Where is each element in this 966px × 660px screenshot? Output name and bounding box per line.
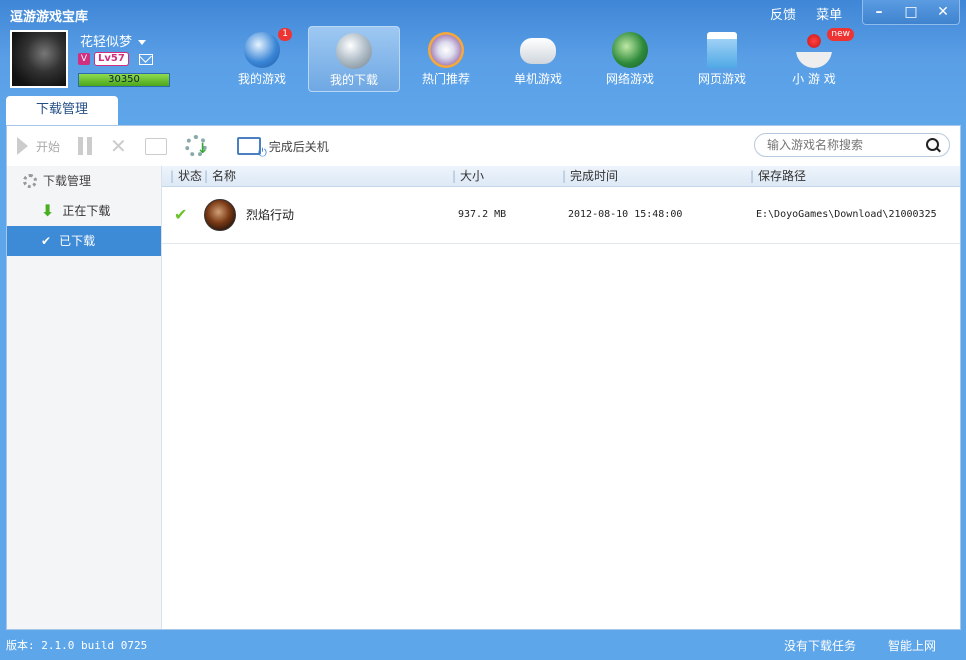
search-icon[interactable] <box>926 138 939 151</box>
col-status[interactable]: 状态 <box>170 166 202 186</box>
sidebar-item-label: 正在下载 <box>62 204 111 218</box>
nav-label: 我的下载 <box>329 73 378 87</box>
level-badge: Lv57 <box>94 52 129 66</box>
nav-label: 网络游戏 <box>605 72 654 86</box>
delete-icon: ✕ <box>110 134 127 158</box>
check-icon: ✔ <box>41 234 52 248</box>
finish-time: 2012-08-10 15:48:00 <box>568 209 683 220</box>
start-label: 开始 <box>36 139 61 154</box>
nav-hot-picks[interactable]: 热门推荐 <box>400 26 492 92</box>
shutdown-after-finish-button[interactable]: 完成后关机 <box>236 137 329 160</box>
task-status: 没有下载任务 <box>784 639 857 653</box>
username-label: 花轻似梦 <box>80 35 133 50</box>
joystick-icon <box>796 32 832 68</box>
caret-down-icon[interactable] <box>138 40 147 45</box>
sidebar-item-downloaded[interactable]: ✔ 已下载 <box>7 226 161 256</box>
sidebar-header-label: 下载管理 <box>43 174 92 188</box>
folder-icon <box>144 137 167 155</box>
people-icon <box>244 32 280 68</box>
search-box <box>754 133 950 157</box>
play-icon <box>17 137 28 155</box>
app-title: 逗游游戏宝库 <box>10 10 89 25</box>
nav-label: 小 游 戏 <box>792 72 836 86</box>
close-button[interactable]: ✕ <box>932 4 954 20</box>
search-input[interactable] <box>765 137 919 153</box>
gamepad-icon <box>520 38 556 64</box>
tab-download-manager[interactable]: 下载管理 <box>6 96 118 126</box>
nav-label: 热门推荐 <box>421 72 470 86</box>
game-icon <box>204 199 236 231</box>
table-header: 状态 名称 大小 完成时间 保存路径 <box>162 166 960 187</box>
game-name: 烈焰行动 <box>246 208 295 222</box>
status-check-icon: ✔ <box>174 205 188 224</box>
open-folder-button[interactable] <box>144 137 167 155</box>
start-button[interactable]: 开始 <box>17 137 60 155</box>
sidebar-item-label: 已下载 <box>59 234 96 248</box>
download-gear-icon <box>336 33 372 69</box>
pause-icon <box>78 137 93 155</box>
col-path[interactable]: 保存路径 <box>750 166 806 186</box>
mail-icon[interactable] <box>138 53 153 65</box>
shutdown-label: 完成后关机 <box>268 139 329 154</box>
user-badges: V Lv57 <box>78 52 153 66</box>
sidebar-header[interactable]: 下载管理 <box>7 166 161 196</box>
download-table: 状态 名称 大小 完成时间 保存路径 ✔ 烈焰行动 937.2 MB 2012-… <box>162 166 960 244</box>
experience-bar: 30350 <box>78 73 170 87</box>
col-size[interactable]: 大小 <box>452 166 484 186</box>
nav-mini-games[interactable]: new 小 游 戏 <box>768 26 860 92</box>
main-panel: 开始 ✕ 完成后关机 下载管理 ⬇ 正在下载 <box>6 125 961 630</box>
smart-internet-link[interactable]: 智能上网 <box>888 637 936 654</box>
nav-online-games[interactable]: 网络游戏 <box>584 26 676 92</box>
pause-button[interactable] <box>78 137 93 155</box>
save-path: E:\DoyoGames\Download\21000325 <box>756 209 937 220</box>
main-nav: 1 我的游戏 我的下载 热门推荐 单机游戏 网络游戏 网页游戏 new 小 游 … <box>216 26 860 92</box>
nav-my-games[interactable]: 1 我的游戏 <box>216 26 308 92</box>
game-size: 937.2 MB <box>458 209 507 220</box>
minimize-button[interactable]: – <box>868 4 890 20</box>
status-bar: 版本: 2.1.0 build 0725 没有下载任务 智能上网 <box>0 631 966 660</box>
nav-label: 我的游戏 <box>237 72 286 86</box>
tab-strip: 下载管理 <box>6 96 118 126</box>
toolbar: 开始 ✕ 完成后关机 <box>7 126 960 167</box>
disc-icon <box>428 32 464 68</box>
version-label: 版本: 2.1.0 build 0725 <box>6 639 148 652</box>
feedback-link[interactable]: 反馈 <box>770 8 796 23</box>
col-time[interactable]: 完成时间 <box>562 166 618 186</box>
computer-power-icon <box>236 137 267 160</box>
globe-sword-icon <box>612 32 648 68</box>
sidebar: 下载管理 ⬇ 正在下载 ✔ 已下载 <box>7 166 162 629</box>
app-window: 逗游游戏宝库 反馈 菜单 – □ ✕ 花轻似梦 V Lv57 30350 1 我… <box>0 0 966 660</box>
nav-web-games[interactable]: 网页游戏 <box>676 26 768 92</box>
download-settings-button[interactable] <box>184 135 209 157</box>
nav-label: 网页游戏 <box>697 72 746 86</box>
arrow-down-icon: ⬇ <box>41 201 55 220</box>
sidebar-item-downloading[interactable]: ⬇ 正在下载 <box>7 196 161 226</box>
new-badge: new <box>827 28 854 41</box>
notification-badge: 1 <box>278 28 292 41</box>
nav-my-downloads[interactable]: 我的下载 <box>308 26 400 92</box>
top-links: 反馈 菜单 <box>770 4 858 23</box>
maximize-button[interactable]: □ <box>900 4 922 20</box>
col-name[interactable]: 名称 <box>204 166 236 186</box>
nav-label: 单机游戏 <box>513 72 562 86</box>
gear-icon <box>23 174 37 188</box>
table-row[interactable]: ✔ 烈焰行动 937.2 MB 2012-08-10 15:48:00 E:\D… <box>162 187 960 244</box>
avatar[interactable] <box>10 30 68 88</box>
webpage-icon <box>707 32 737 68</box>
download-gear-icon <box>184 135 209 157</box>
vip-icon: V <box>78 53 90 65</box>
window-controls: – □ ✕ <box>862 0 960 25</box>
nav-single-player[interactable]: 单机游戏 <box>492 26 584 92</box>
username[interactable]: 花轻似梦 <box>80 31 147 50</box>
delete-button[interactable]: ✕ <box>110 134 127 158</box>
menu-link[interactable]: 菜单 <box>816 8 842 23</box>
